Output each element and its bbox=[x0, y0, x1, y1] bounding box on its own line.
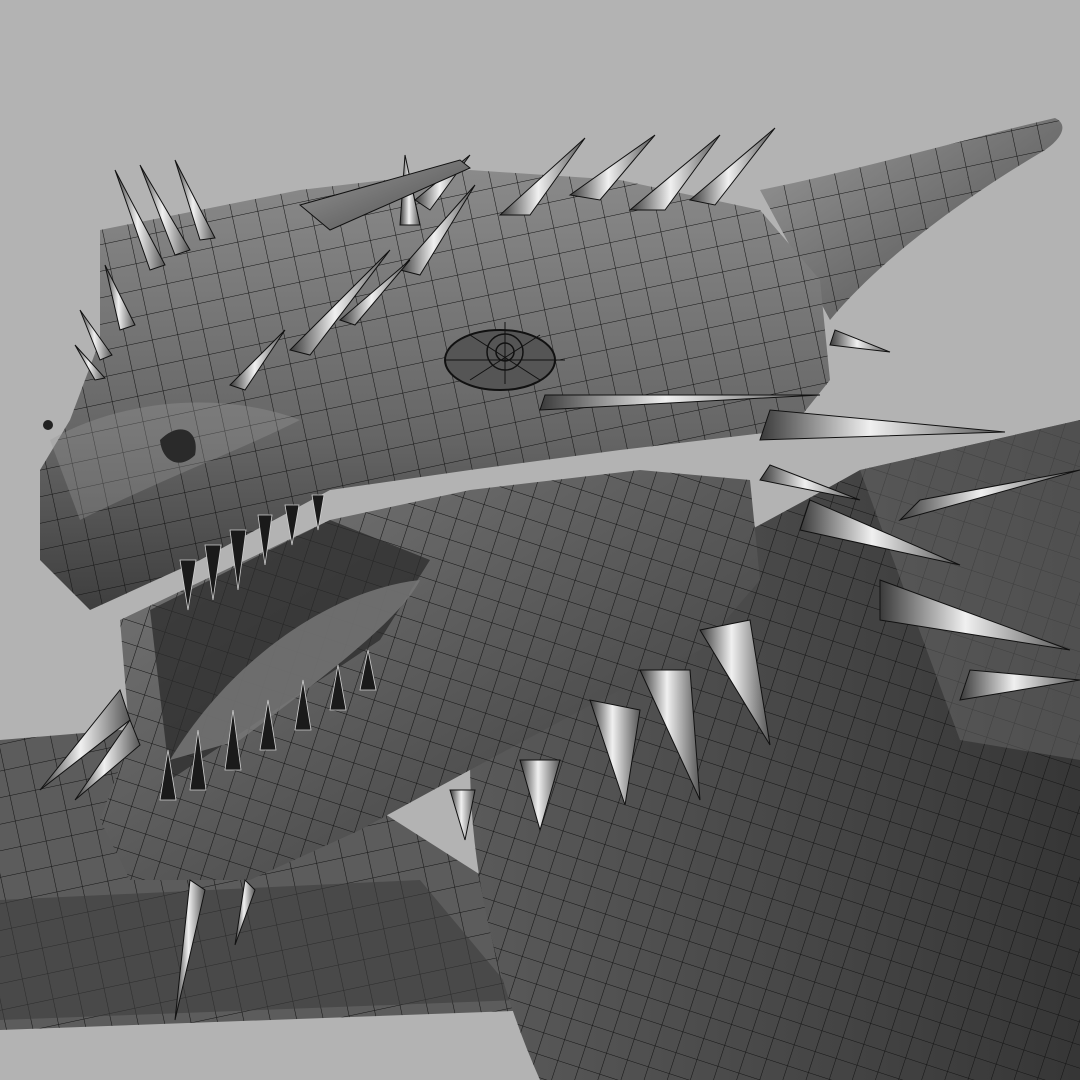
render-viewport[interactable] bbox=[0, 0, 1080, 1080]
dragon-render bbox=[0, 0, 1080, 1080]
